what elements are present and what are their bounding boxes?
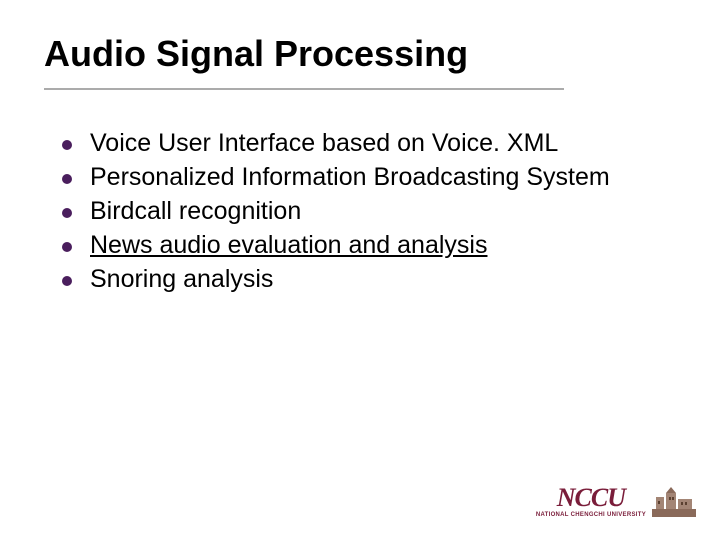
bullet-icon — [56, 196, 90, 226]
bullet-text: Voice User Interface based on Voice. XML — [90, 128, 664, 158]
bullet-text-link[interactable]: News audio evaluation and analysis — [90, 230, 664, 260]
bullet-text: Personalized Information Broadcasting Sy… — [90, 162, 664, 192]
list-item: Snoring analysis — [56, 264, 664, 294]
logo-acronym: NCCU — [557, 485, 625, 511]
bullet-text: Snoring analysis — [90, 264, 664, 294]
slide: Audio Signal Processing Voice User Inter… — [0, 0, 720, 540]
bullet-icon — [56, 264, 90, 294]
bullet-list: Voice User Interface based on Voice. XML… — [56, 128, 664, 298]
bullet-icon — [56, 230, 90, 260]
list-item: News audio evaluation and analysis — [56, 230, 664, 260]
logo-university-name: NATIONAL CHENGCHI UNIVERSITY — [536, 512, 646, 518]
footer-logo: NCCU NATIONAL CHENGCHI UNIVERSITY — [536, 485, 696, 518]
building-icon — [652, 487, 696, 517]
slide-title: Audio Signal Processing — [44, 34, 676, 74]
list-item: Birdcall recognition — [56, 196, 664, 226]
bullet-text: Birdcall recognition — [90, 196, 664, 226]
list-item: Personalized Information Broadcasting Sy… — [56, 162, 664, 192]
logo-text-block: NCCU NATIONAL CHENGCHI UNIVERSITY — [536, 485, 646, 518]
list-item: Voice User Interface based on Voice. XML — [56, 128, 664, 158]
bullet-icon — [56, 162, 90, 192]
title-underline — [44, 88, 564, 90]
bullet-icon — [56, 128, 90, 158]
